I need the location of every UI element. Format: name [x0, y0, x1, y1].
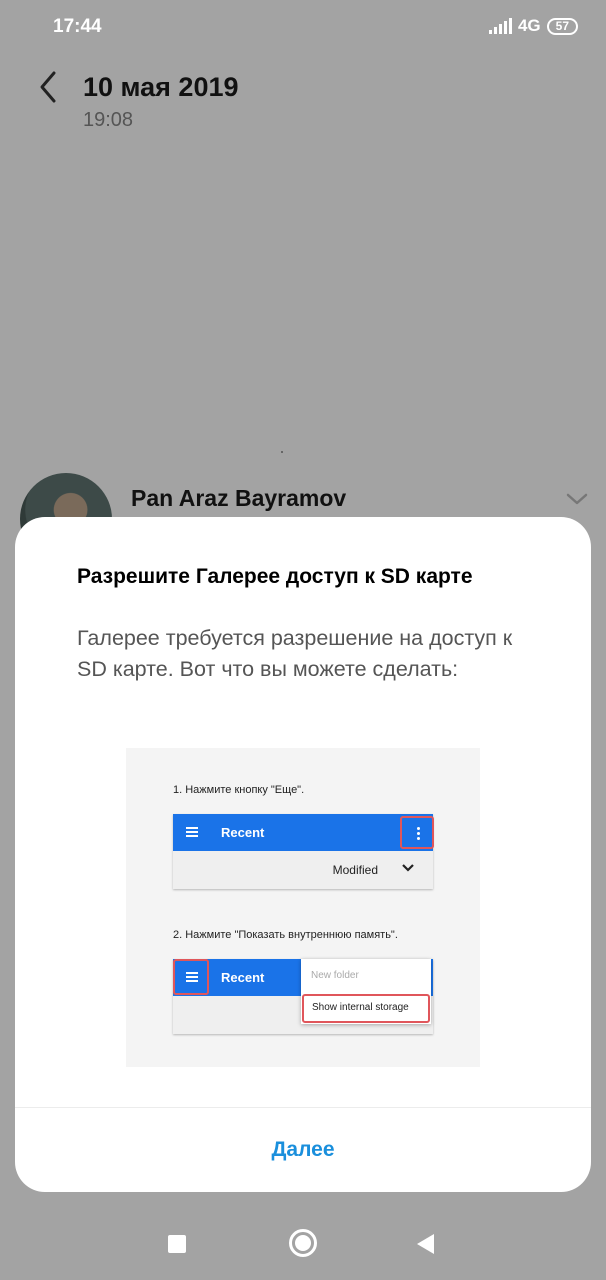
mock-sort-bar: Modified	[173, 851, 433, 889]
mock-toolbar-1: Recent Modified	[173, 814, 434, 889]
status-bar: 17:44 4G 57	[0, 0, 606, 56]
menu-icon	[186, 972, 198, 982]
step-1-text: 1. Нажмите кнопку "Еще".	[173, 784, 305, 796]
dialog-title: Разрешите Галерее доступ к SD карте	[77, 565, 473, 588]
mock-sort-label: Modified	[332, 863, 378, 877]
permission-dialog: Разрешите Галерее доступ к SD карте Гале…	[15, 517, 591, 1192]
mock-menu-new-folder: New folder	[311, 970, 359, 981]
photo-time: 19:08	[83, 109, 134, 131]
mock-menu-show-storage: Show internal storage	[302, 994, 430, 1023]
instruction-illustration: 1. Нажмите кнопку "Еще". Recent Modified…	[126, 748, 480, 1067]
mock-appbar-title: Recent	[221, 825, 265, 840]
chevron-down-icon	[402, 864, 414, 872]
back-icon[interactable]	[417, 1234, 434, 1254]
dialog-message: Галерее требуется разрешение на доступ к…	[77, 626, 513, 681]
navigation-bar	[0, 1210, 606, 1280]
photo-date: 10 мая 2019	[83, 72, 239, 102]
battery-icon: 57	[546, 17, 578, 35]
network-type: 4G	[517, 16, 541, 35]
menu-icon	[186, 827, 198, 837]
recents-icon[interactable]	[168, 1235, 186, 1253]
step-2-text: 2. Нажмите "Показать внутреннюю память".	[173, 929, 398, 941]
divider-dot	[281, 451, 283, 453]
mock-toolbar-2: Recent New folder Show internal storage	[173, 959, 433, 1034]
signal-icon	[488, 18, 512, 34]
status-indicators: 4G 57	[488, 16, 578, 36]
mock-appbar: Recent	[173, 814, 434, 851]
status-time: 17:44	[53, 16, 102, 37]
mock-overflow-menu: New folder Show internal storage	[301, 959, 431, 1024]
next-button[interactable]: Далее	[15, 1108, 591, 1192]
sender-name[interactable]: Pan Araz Bayramov	[131, 485, 346, 512]
top-bar: 10 мая 2019 19:08	[0, 60, 606, 150]
more-vert-icon	[400, 816, 434, 849]
home-icon[interactable]	[289, 1229, 317, 1257]
back-arrow-icon[interactable]	[34, 70, 64, 104]
mock-appbar-title: Recent	[221, 970, 265, 985]
chevron-down-icon[interactable]	[565, 490, 589, 508]
